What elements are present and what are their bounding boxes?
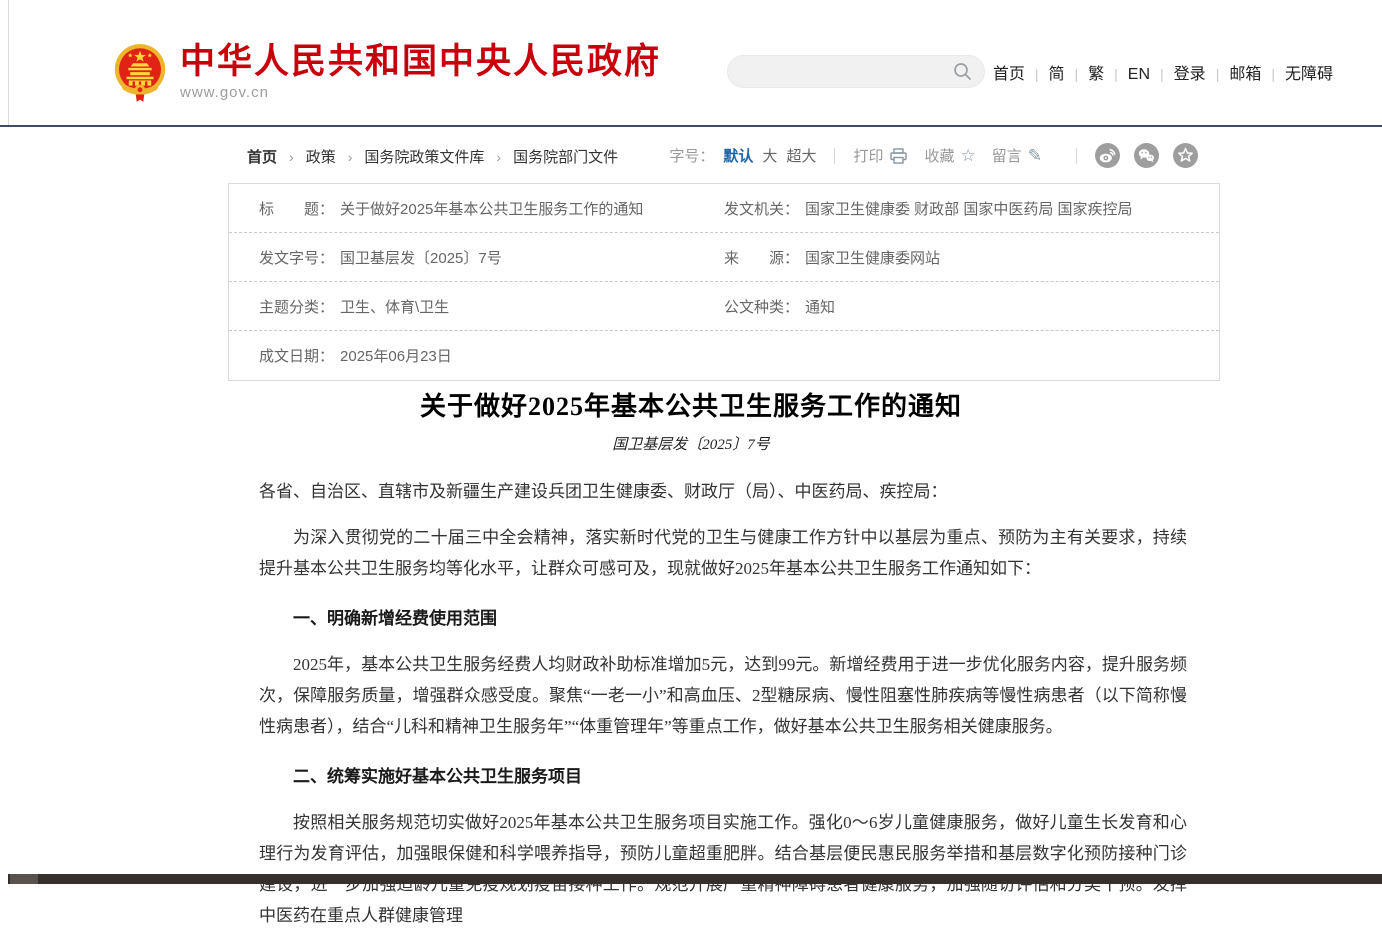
meta-cell: 发文字号： 国卫基层发〔2025〕7号: [229, 247, 724, 268]
breadcrumb-item-1[interactable]: 政策: [306, 149, 336, 166]
bottom-window-bar: [8, 874, 1382, 884]
meta-label: 标 题：: [259, 198, 334, 219]
comment-label: 留言: [992, 145, 1022, 166]
weibo-icon[interactable]: [1095, 143, 1120, 168]
header-divider: [0, 125, 1382, 127]
top-nav: 首页 | 简 | 繁 | EN | 登录 | 邮箱 | 无障碍: [990, 60, 1336, 84]
meta-cell: 标 题： 关于做好2025年基本公共卫生服务工作的通知: [229, 198, 724, 219]
document-number: 国卫基层发〔2025〕7号: [196, 434, 1186, 456]
meta-row: 发文字号： 国卫基层发〔2025〕7号 来 源： 国家卫生健康委网站: [229, 233, 1219, 282]
breadcrumb-separator: ›: [496, 149, 501, 165]
article-paragraph-1: 为深入贯彻党的二十届三中全会精神，落实新时代党的卫生与健康工作方针中以基层为重点…: [259, 522, 1187, 584]
article-paragraph-4: 二、统筹实施好基本公共卫生服务项目: [259, 761, 1187, 792]
nav-separator: |: [1035, 66, 1039, 82]
toolbar-separator: [834, 148, 835, 164]
breadcrumb-item-0[interactable]: 首页: [247, 149, 277, 166]
meta-cell: 成文日期： 2025年06月23日: [229, 345, 724, 366]
nav-link-简[interactable]: 简: [1045, 66, 1067, 83]
breadcrumb-item-2[interactable]: 国务院政策文件库: [364, 149, 484, 166]
search-box[interactable]: [727, 55, 985, 88]
breadcrumb-separator: ›: [348, 149, 353, 165]
comment-button[interactable]: 留言 ✎: [992, 145, 1042, 166]
meta-cell: 来 源： 国家卫生健康委网站: [724, 247, 1219, 268]
article-paragraph-5: 按照相关服务规范切实做好2025年基本公共卫生服务项目实施工作。强化0～6岁儿童…: [259, 807, 1187, 931]
article-paragraph-0: 各省、自治区、直辖市及新疆生产建设兵团卫生健康委、财政厅（局）、中医药局、疾控局…: [259, 476, 1187, 507]
meta-label: 来 源：: [724, 247, 799, 268]
meta-value: 通知: [805, 296, 835, 317]
article-paragraph-3: 2025年，基本公共卫生服务经费人均财政补助标准增加5元，达到99元。新增经费用…: [259, 649, 1187, 742]
meta-label: 成文日期：: [259, 345, 334, 366]
meta-cell: 主题分类： 卫生、体育\卫生: [229, 296, 724, 317]
meta-row: 标 题： 关于做好2025年基本公共卫生服务工作的通知 发文机关： 国家卫生健康委 财…: [229, 184, 1219, 233]
site-url: www.gov.cn: [180, 84, 661, 101]
font-size-option-2[interactable]: 超大: [786, 148, 816, 165]
bottom-bar-segment: [10, 874, 38, 884]
font-size-option-0[interactable]: 默认: [723, 148, 753, 165]
meta-label: 发文机关：: [724, 198, 799, 219]
nav-link-邮箱[interactable]: 邮箱: [1226, 66, 1264, 83]
meta-label: 主题分类：: [259, 296, 334, 317]
share-star-icon[interactable]: [1173, 143, 1198, 168]
meta-value: 卫生、体育\卫生: [340, 296, 449, 317]
nav-separator: |: [1160, 66, 1164, 82]
search-input[interactable]: [728, 56, 953, 87]
document-meta-table: 标 题： 关于做好2025年基本公共卫生服务工作的通知 发文机关： 国家卫生健康委 财…: [228, 183, 1220, 381]
site-header: 中华人民共和国中央人民政府 www.gov.cn 首页 | 简 | 繁 | EN | 登录 | 邮箱…: [0, 0, 1382, 125]
nav-link-无障碍[interactable]: 无障碍: [1282, 66, 1336, 83]
nav-separator: |: [1075, 66, 1079, 82]
font-size-option-1[interactable]: 大: [762, 148, 777, 165]
meta-value: 国家卫生健康委 财政部 国家中医药局 国家疾控局: [805, 198, 1133, 219]
nav-separator: |: [1216, 66, 1220, 82]
breadcrumb: 首页 › 政策 › 国务院政策文件库 › 国务院部门文件: [247, 146, 618, 167]
meta-label: 发文字号：: [259, 247, 334, 268]
star-icon: ☆: [960, 146, 975, 166]
print-button[interactable]: 打印: [853, 145, 908, 166]
article-title: 关于做好2025年基本公共卫生服务工作的通知: [196, 388, 1186, 426]
printer-icon: [889, 147, 908, 165]
font-size-label: 字号：: [669, 145, 714, 166]
doc-toolbar: 字号： 默认大超大 打印 收藏 ☆ 留言 ✎: [669, 143, 1198, 168]
meta-cell: 发文机关： 国家卫生健康委 财政部 国家中医药局 国家疾控局: [724, 198, 1219, 219]
meta-value: 国家卫生健康委网站: [805, 247, 940, 268]
favorite-label: 收藏: [924, 145, 954, 166]
search-icon[interactable]: [953, 62, 972, 81]
nav-link-登录[interactable]: 登录: [1171, 66, 1209, 83]
nav-separator: |: [1271, 66, 1275, 82]
nav-link-EN[interactable]: EN: [1125, 66, 1153, 83]
meta-cell: 公文种类： 通知: [724, 296, 1219, 317]
site-logo[interactable]: 中华人民共和国中央人民政府 www.gov.cn: [112, 43, 661, 103]
wechat-icon[interactable]: [1134, 143, 1159, 168]
nav-separator: |: [1114, 66, 1118, 82]
meta-value: 关于做好2025年基本公共卫生服务工作的通知: [340, 198, 643, 219]
page-edge-line: [8, 0, 9, 126]
article-body: 各省、自治区、直辖市及新疆生产建设兵团卫生健康委、财政厅（局）、中医药局、疾控局…: [259, 476, 1187, 931]
article: 关于做好2025年基本公共卫生服务工作的通知 国卫基层发〔2025〕7号 各省、…: [196, 388, 1186, 946]
toolbar-separator: [1076, 148, 1077, 164]
breadcrumb-item-3[interactable]: 国务院部门文件: [513, 149, 618, 166]
share-group: [1095, 143, 1198, 168]
meta-row: 成文日期： 2025年06月23日: [229, 331, 1219, 380]
font-size-options: 默认大超大: [714, 145, 816, 166]
nav-link-繁[interactable]: 繁: [1085, 66, 1107, 83]
nav-link-首页[interactable]: 首页: [990, 66, 1028, 83]
site-title: 中华人民共和国中央人民政府: [180, 43, 661, 81]
meta-label: 公文种类：: [724, 296, 799, 317]
pencil-icon: ✎: [1028, 146, 1042, 166]
national-emblem-icon: [112, 43, 168, 103]
meta-value: 2025年06月23日: [340, 345, 452, 366]
meta-value: 国卫基层发〔2025〕7号: [340, 247, 502, 268]
meta-row: 主题分类： 卫生、体育\卫生 公文种类： 通知: [229, 282, 1219, 331]
article-paragraph-2: 一、明确新增经费使用范围: [259, 603, 1187, 634]
print-label: 打印: [853, 145, 883, 166]
favorite-button[interactable]: 收藏 ☆: [924, 145, 975, 166]
breadcrumb-separator: ›: [289, 149, 294, 165]
